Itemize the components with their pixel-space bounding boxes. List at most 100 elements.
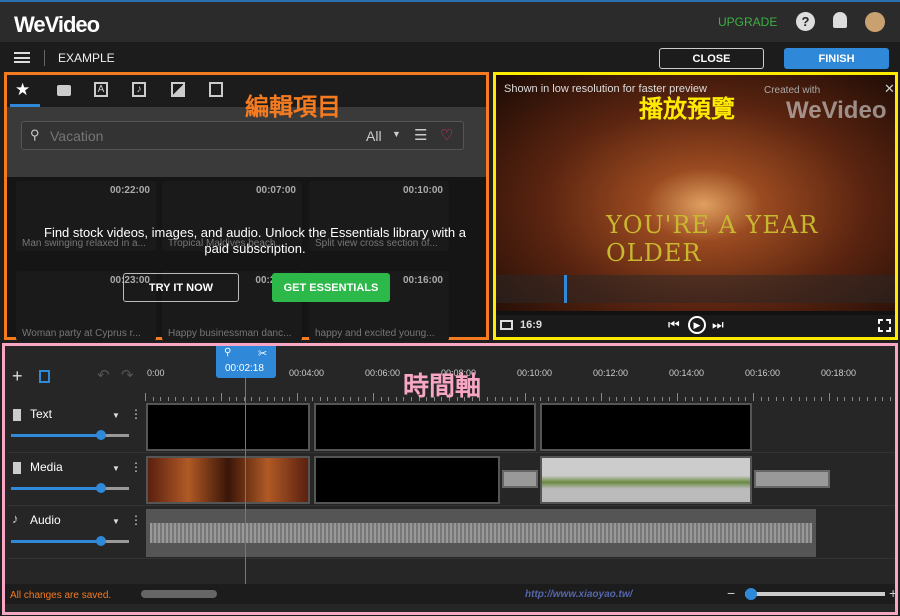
tab-music-icon[interactable]: ♪ <box>132 82 146 97</box>
track-name: Media <box>30 460 63 474</box>
scissors-icon[interactable]: ✂ <box>258 347 267 360</box>
library-annotation: 編輯項目 <box>245 94 341 121</box>
tab-transition-icon[interactable] <box>171 82 185 97</box>
ruler-tick <box>297 393 298 401</box>
volume-slider[interactable] <box>11 536 129 546</box>
chevron-down-icon[interactable]: ▼ <box>392 129 401 139</box>
zoom-in-icon[interactable]: + <box>889 585 897 601</box>
timeline-footer: All changes are saved. http://www.xiaoya… <box>5 584 897 604</box>
audio-clip[interactable] <box>146 509 816 557</box>
film-icon <box>13 462 21 474</box>
track-media: Media ▼ ⋮ <box>8 454 895 506</box>
upsell-text: Find stock videos, images, and audio. Un… <box>44 225 466 256</box>
video-clip[interactable] <box>146 456 310 504</box>
ruler-tick <box>753 393 754 401</box>
watermark-url: http://www.xiaoyao.tw/ <box>525 589 633 600</box>
zoom-slider[interactable] <box>745 588 885 600</box>
aspect-select[interactable]: 16:9 <box>520 319 542 331</box>
more-icon[interactable]: ⋮ <box>130 513 142 527</box>
project-name[interactable]: EXAMPLE <box>58 51 115 65</box>
skip-forward-icon[interactable]: ⏭ <box>712 317 724 333</box>
try-it-now-button[interactable]: TRY IT NOW <box>123 273 239 302</box>
fullscreen-icon[interactable] <box>878 319 891 332</box>
horizontal-scrollbar[interactable] <box>141 590 217 598</box>
timeline-panel: + ↶ ↷ 0:00 00:04:00 00:06:00 00:08:00 00:10:… <box>2 343 898 615</box>
ruler-tick <box>829 393 830 401</box>
divider <box>44 50 45 66</box>
marker-icon[interactable]: ⚲ <box>224 347 231 358</box>
search-icon: ⚲ <box>30 127 40 142</box>
search-bar: ⚲ All ▼ ☰ ♡ <box>21 121 464 150</box>
upgrade-link[interactable]: UPGRADE <box>718 15 777 29</box>
text-clip[interactable] <box>146 403 310 451</box>
volume-slider[interactable] <box>11 483 129 493</box>
help-icon[interactable]: ? <box>796 12 815 31</box>
filter-select[interactable]: All <box>366 128 382 144</box>
video-caption: YOU'RE A YEAR OLDER <box>606 211 819 267</box>
more-icon[interactable]: ⋮ <box>130 407 142 421</box>
heart-icon[interactable]: ♡ <box>440 126 453 144</box>
search-input[interactable] <box>50 126 350 146</box>
player-controls: 16:9 ⏮ ▶ ⏭ <box>496 315 895 337</box>
more-icon[interactable]: ⋮ <box>130 460 142 474</box>
chevron-down-icon[interactable]: ▼ <box>112 411 120 420</box>
playhead-marker[interactable]: ⚲ ✂ 00:02:18 <box>216 346 276 378</box>
close-button[interactable]: CLOSE <box>659 48 764 69</box>
watermark-logo: WeVideo <box>786 97 887 124</box>
ruler-tick-label: 0:00 <box>147 368 165 378</box>
ruler-tick-label: 00:10:00 <box>517 368 553 378</box>
tab-favorites-star-icon[interactable]: ★ <box>15 80 30 100</box>
film-icon <box>13 409 21 421</box>
menu-icon[interactable] <box>14 52 30 63</box>
timeline-annotation: 時間軸 <box>403 371 482 401</box>
stock-grid: 00:22:00 Man swinging relaxed in a... 00:… <box>7 177 486 341</box>
save-status: All changes are saved. <box>10 590 112 601</box>
layers-icon[interactable] <box>39 370 50 383</box>
track-name: Text <box>30 407 53 421</box>
zoom-out-icon[interactable]: − <box>727 585 735 601</box>
ruler-tick-label: 00:06:00 <box>365 368 401 378</box>
chevron-down-icon[interactable]: ▼ <box>112 464 120 473</box>
ruler-tick <box>221 393 222 401</box>
tab-text-icon[interactable]: A <box>94 82 108 97</box>
text-clip[interactable] <box>314 403 536 451</box>
video-clip[interactable] <box>540 456 752 504</box>
tab-folder-icon[interactable] <box>57 85 71 96</box>
ruler-tick <box>145 393 146 401</box>
track-audio: ♪ Audio ▼ ⋮ <box>8 507 895 559</box>
close-notice-icon[interactable]: ✕ <box>884 81 895 97</box>
transition[interactable] <box>502 470 538 488</box>
track-text: Text ▼ ⋮ <box>8 401 895 453</box>
scrub-bar[interactable] <box>496 275 895 303</box>
track-name: Audio <box>30 513 61 527</box>
logo: WeVideo <box>14 12 100 37</box>
aspect-icon[interactable] <box>500 320 513 330</box>
transition[interactable] <box>754 470 830 488</box>
ruler-tick-label: 00:14:00 <box>669 368 705 378</box>
get-essentials-button[interactable]: GET ESSENTIALS <box>272 273 390 302</box>
ruler-tick <box>525 393 526 401</box>
text-clip[interactable] <box>540 403 752 451</box>
ruler-tick-label: 00:04:00 <box>289 368 325 378</box>
watermark-text: Created with <box>764 85 821 96</box>
playhead-line[interactable] <box>245 378 246 586</box>
ruler-tick-label: 00:18:00 <box>821 368 857 378</box>
music-note-icon: ♪ <box>12 511 19 526</box>
redo-icon[interactable]: ↷ <box>121 366 134 384</box>
skip-back-icon[interactable]: ⏮ <box>668 317 680 333</box>
ruler-tick <box>373 393 374 401</box>
finish-button[interactable]: FINISH <box>784 48 889 69</box>
sliders-icon[interactable]: ☰ <box>414 126 427 144</box>
chevron-down-icon[interactable]: ▼ <box>112 517 120 526</box>
video-clip[interactable] <box>314 456 500 504</box>
play-icon[interactable]: ▶ <box>688 316 706 334</box>
bell-icon[interactable] <box>833 12 847 28</box>
ruler-tick-label: 00:16:00 <box>745 368 781 378</box>
tab-image-icon[interactable] <box>209 82 223 97</box>
volume-slider[interactable] <box>11 430 129 440</box>
add-track-icon[interactable]: + <box>12 366 23 387</box>
undo-icon[interactable]: ↶ <box>97 366 110 384</box>
playhead-time: 00:02:18 <box>225 363 264 374</box>
preview-panel: Shown in low resolution for faster previ… <box>493 72 898 340</box>
avatar[interactable] <box>865 12 885 32</box>
